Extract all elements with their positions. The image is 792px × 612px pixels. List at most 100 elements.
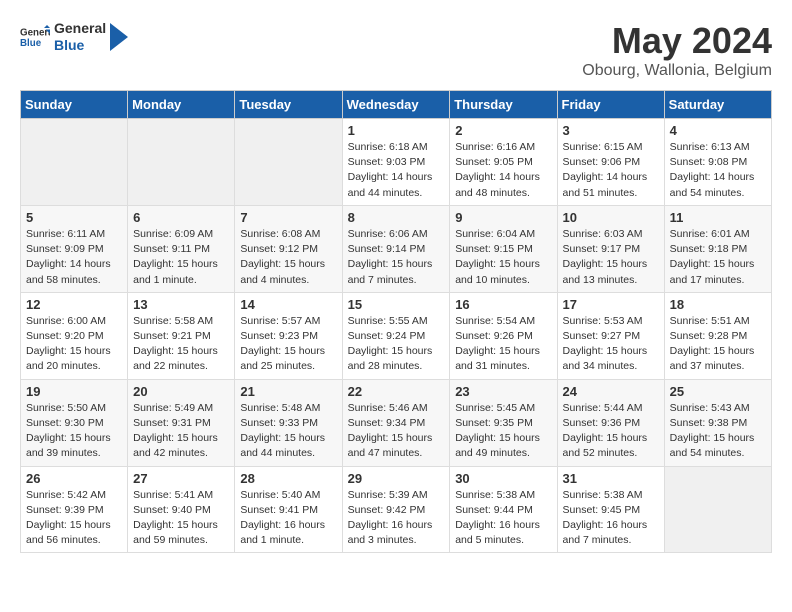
- calendar-day-cell: 8 Sunrise: 6:06 AM Sunset: 9:14 PM Daylig…: [342, 205, 450, 292]
- day-number: 8: [348, 210, 445, 225]
- day-number: 15: [348, 297, 445, 312]
- location-subtitle: Obourg, Wallonia, Belgium: [582, 62, 772, 80]
- title-section: May 2024 Obourg, Wallonia, Belgium: [582, 20, 772, 80]
- day-info: Sunrise: 5:49 AM Sunset: 9:31 PM Dayligh…: [133, 401, 229, 462]
- calendar-day-cell: 25Sunrise: 5:43 AM Sunset: 9:38 PM Dayli…: [664, 379, 771, 466]
- day-info: Sunrise: 6:06 AM Sunset: 9:14 PM Dayligh…: [348, 227, 445, 288]
- day-of-week-header: Tuesday: [235, 91, 342, 119]
- day-number: 24: [563, 384, 659, 399]
- day-number: 22: [348, 384, 445, 399]
- day-number: 17: [563, 297, 659, 312]
- logo-icon: General Blue: [20, 25, 50, 49]
- day-number: 29: [348, 471, 445, 486]
- calendar-day-cell: 29 Sunrise: 5:39 AM Sunset: 9:42 PM Dayli…: [342, 466, 450, 553]
- day-info: Sunrise: 6:09 AM Sunset: 9:11 PM Dayligh…: [133, 227, 229, 288]
- calendar-day-cell: 16 Sunrise: 5:54 AM Sunset: 9:26 PM Dayli…: [450, 292, 557, 379]
- calendar-day-cell: 18 Sunrise: 5:51 AM Sunset: 9:28 PM Dayli…: [664, 292, 771, 379]
- calendar-day-cell: 4 Sunrise: 6:13 AM Sunset: 9:08 PM Daylig…: [664, 119, 771, 206]
- calendar-day-cell: 6 Sunrise: 6:09 AM Sunset: 9:11 PM Daylig…: [128, 205, 235, 292]
- calendar-day-cell: [21, 119, 128, 206]
- day-info: Sunrise: 5:46 AM Sunset: 9:34 PM Dayligh…: [348, 401, 445, 462]
- logo-chevron-icon: [110, 23, 128, 51]
- day-info: Sunrise: 5:54 AM Sunset: 9:26 PM Dayligh…: [455, 314, 551, 375]
- day-info: Sunrise: 5:51 AM Sunset: 9:28 PM Dayligh…: [670, 314, 766, 375]
- day-number: 19: [26, 384, 122, 399]
- day-info: Sunrise: 5:41 AM Sunset: 9:40 PM Dayligh…: [133, 488, 229, 549]
- calendar-day-cell: 5 Sunrise: 6:11 AM Sunset: 9:09 PM Daylig…: [21, 205, 128, 292]
- day-number: 31: [563, 471, 659, 486]
- day-of-week-header: Wednesday: [342, 91, 450, 119]
- calendar-day-cell: 7 Sunrise: 6:08 AM Sunset: 9:12 PM Daylig…: [235, 205, 342, 292]
- day-info: Sunrise: 6:01 AM Sunset: 9:18 PM Dayligh…: [670, 227, 766, 288]
- month-year-title: May 2024: [582, 20, 772, 62]
- day-info: Sunrise: 5:40 AM Sunset: 9:41 PM Dayligh…: [240, 488, 336, 549]
- day-info: Sunrise: 6:18 AM Sunset: 9:03 PM Dayligh…: [348, 140, 445, 201]
- day-info: Sunrise: 6:16 AM Sunset: 9:05 PM Dayligh…: [455, 140, 551, 201]
- calendar-day-cell: [664, 466, 771, 553]
- day-number: 18: [670, 297, 766, 312]
- day-of-week-header: Sunday: [21, 91, 128, 119]
- day-number: 21: [240, 384, 336, 399]
- day-of-week-header: Friday: [557, 91, 664, 119]
- calendar-week-row: 5 Sunrise: 6:11 AM Sunset: 9:09 PM Daylig…: [21, 205, 772, 292]
- day-info: Sunrise: 5:38 AM Sunset: 9:44 PM Dayligh…: [455, 488, 551, 549]
- calendar-day-cell: 23 Sunrise: 5:45 AM Sunset: 9:35 PM Dayli…: [450, 379, 557, 466]
- svg-text:General: General: [20, 27, 50, 38]
- calendar-header-row: SundayMondayTuesdayWednesdayThursdayFrid…: [21, 91, 772, 119]
- calendar-day-cell: 9 Sunrise: 6:04 AM Sunset: 9:15 PM Daylig…: [450, 205, 557, 292]
- day-info: Sunrise: 5:55 AM Sunset: 9:24 PM Dayligh…: [348, 314, 445, 375]
- day-info: Sunrise: 6:11 AM Sunset: 9:09 PM Dayligh…: [26, 227, 122, 288]
- day-number: 30: [455, 471, 551, 486]
- logo-general: General: [54, 20, 106, 37]
- day-info: Sunrise: 6:04 AM Sunset: 9:15 PM Dayligh…: [455, 227, 551, 288]
- day-info: Sunrise: 5:45 AM Sunset: 9:35 PM Dayligh…: [455, 401, 551, 462]
- day-number: 2: [455, 123, 551, 138]
- calendar-day-cell: 14 Sunrise: 5:57 AM Sunset: 9:23 PM Dayli…: [235, 292, 342, 379]
- day-info: Sunrise: 6:00 AM Sunset: 9:20 PM Dayligh…: [26, 314, 122, 375]
- header: General Blue General Blue May 2024 Obour…: [20, 20, 772, 80]
- calendar-day-cell: 1 Sunrise: 6:18 AM Sunset: 9:03 PM Daylig…: [342, 119, 450, 206]
- day-number: 5: [26, 210, 122, 225]
- day-info: Sunrise: 5:57 AM Sunset: 9:23 PM Dayligh…: [240, 314, 336, 375]
- day-number: 23: [455, 384, 551, 399]
- day-info: Sunrise: 5:44 AM Sunset: 9:36 PM Dayligh…: [563, 401, 659, 462]
- calendar-day-cell: 28 Sunrise: 5:40 AM Sunset: 9:41 PM Dayli…: [235, 466, 342, 553]
- day-number: 14: [240, 297, 336, 312]
- day-number: 28: [240, 471, 336, 486]
- day-info: Sunrise: 6:08 AM Sunset: 9:12 PM Dayligh…: [240, 227, 336, 288]
- calendar-day-cell: 15 Sunrise: 5:55 AM Sunset: 9:24 PM Dayli…: [342, 292, 450, 379]
- day-number: 3: [563, 123, 659, 138]
- day-number: 25: [670, 384, 766, 399]
- day-info: Sunrise: 5:42 AM Sunset: 9:39 PM Dayligh…: [26, 488, 122, 549]
- calendar-day-cell: 31 Sunrise: 5:38 AM Sunset: 9:45 PM Dayli…: [557, 466, 664, 553]
- calendar-day-cell: 21Sunrise: 5:48 AM Sunset: 9:33 PM Dayli…: [235, 379, 342, 466]
- day-number: 10: [563, 210, 659, 225]
- calendar-day-cell: 26 Sunrise: 5:42 AM Sunset: 9:39 PM Dayli…: [21, 466, 128, 553]
- calendar-day-cell: 3Sunrise: 6:15 AM Sunset: 9:06 PM Daylig…: [557, 119, 664, 206]
- day-number: 16: [455, 297, 551, 312]
- day-number: 12: [26, 297, 122, 312]
- day-info: Sunrise: 5:58 AM Sunset: 9:21 PM Dayligh…: [133, 314, 229, 375]
- calendar-day-cell: 24 Sunrise: 5:44 AM Sunset: 9:36 PM Dayli…: [557, 379, 664, 466]
- day-number: 1: [348, 123, 445, 138]
- day-number: 9: [455, 210, 551, 225]
- calendar-week-row: 19Sunrise: 5:50 AM Sunset: 9:30 PM Dayli…: [21, 379, 772, 466]
- day-number: 6: [133, 210, 229, 225]
- day-info: Sunrise: 6:03 AM Sunset: 9:17 PM Dayligh…: [563, 227, 659, 288]
- day-info: Sunrise: 5:38 AM Sunset: 9:45 PM Dayligh…: [563, 488, 659, 549]
- day-number: 4: [670, 123, 766, 138]
- logo: General Blue General Blue: [20, 20, 128, 54]
- calendar-day-cell: 30 Sunrise: 5:38 AM Sunset: 9:44 PM Dayli…: [450, 466, 557, 553]
- calendar-day-cell: 11Sunrise: 6:01 AM Sunset: 9:18 PM Dayli…: [664, 205, 771, 292]
- day-number: 7: [240, 210, 336, 225]
- calendar-day-cell: [235, 119, 342, 206]
- calendar-day-cell: [128, 119, 235, 206]
- day-info: Sunrise: 5:53 AM Sunset: 9:27 PM Dayligh…: [563, 314, 659, 375]
- day-info: Sunrise: 6:13 AM Sunset: 9:08 PM Dayligh…: [670, 140, 766, 201]
- calendar-day-cell: 12 Sunrise: 6:00 AM Sunset: 9:20 PM Dayli…: [21, 292, 128, 379]
- day-number: 26: [26, 471, 122, 486]
- day-number: 20: [133, 384, 229, 399]
- calendar-day-cell: 10 Sunrise: 6:03 AM Sunset: 9:17 PM Dayli…: [557, 205, 664, 292]
- day-info: Sunrise: 5:39 AM Sunset: 9:42 PM Dayligh…: [348, 488, 445, 549]
- calendar-day-cell: 17 Sunrise: 5:53 AM Sunset: 9:27 PM Dayli…: [557, 292, 664, 379]
